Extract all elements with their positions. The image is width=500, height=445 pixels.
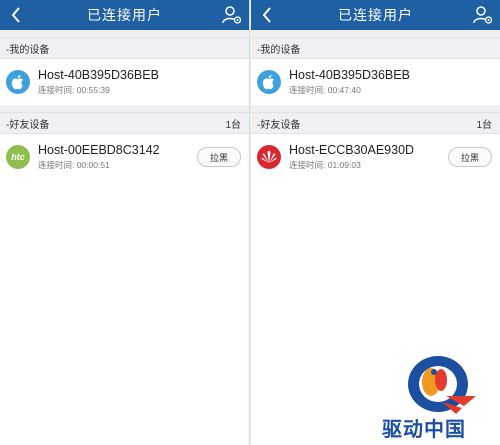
htc-icon: htc: [6, 145, 30, 169]
section-my-devices: -我的设备: [251, 37, 500, 59]
friend-device-count: 1台: [476, 119, 492, 131]
watermark-text: 驱动中国: [382, 419, 466, 441]
section-label: -好友设备: [257, 119, 301, 131]
device-connect-time: 连接时间: 01:09:03: [289, 160, 361, 170]
left-screen: 已连接用户 -我的设备 Host-40B395D36BEB 连接时间: 00:5…: [0, 0, 249, 445]
block-button[interactable]: 拉黑: [197, 147, 241, 167]
section-friend-devices: -好友设备 1台: [0, 112, 249, 134]
device-host: Host-40B395D36BEB: [289, 68, 410, 82]
htc-logo-text: htc: [11, 152, 25, 162]
app-header: 已连接用户: [0, 0, 249, 30]
section-label: -好友设备: [6, 119, 50, 131]
device-row[interactable]: Host-40B395D36BEB 连接时间: 00:55:39: [0, 59, 249, 105]
user-settings-icon: [473, 6, 493, 24]
device-host: Host-40B395D36BEB: [38, 68, 159, 82]
section-label: -我的设备: [6, 44, 50, 56]
apple-icon: [6, 70, 30, 94]
device-info: Host-40B395D36BEB 连接时间: 00:55:39: [38, 68, 241, 96]
user-settings-button[interactable]: [472, 3, 494, 27]
spacer: [251, 105, 500, 112]
device-connect-time: 连接时间: 00:00:51: [38, 160, 110, 170]
back-button[interactable]: [6, 3, 26, 27]
spacer: [251, 30, 500, 37]
user-settings-icon: [222, 6, 242, 24]
friend-device-count: 1台: [225, 119, 241, 131]
apple-icon: [257, 70, 281, 94]
device-host: Host-ECCB30AE930D: [289, 143, 415, 157]
device-host: Host-00EEBD8C3142: [38, 143, 160, 157]
device-row[interactable]: Host-40B395D36BEB 连接时间: 00:47:40: [251, 59, 500, 105]
section-my-devices: -我的设备: [0, 37, 249, 59]
spacer: [0, 30, 249, 37]
huawei-icon: [257, 145, 281, 169]
chevron-left-icon: [11, 7, 20, 23]
device-info: Host-40B395D36BEB 连接时间: 00:47:40: [289, 68, 492, 96]
user-settings-button[interactable]: [221, 3, 243, 27]
chevron-left-icon: [262, 7, 271, 23]
device-connect-time: 连接时间: 00:47:40: [289, 85, 361, 95]
device-connect-time: 连接时间: 00:55:39: [38, 85, 110, 95]
spacer: [0, 105, 249, 112]
page-title: 已连接用户: [338, 7, 413, 23]
back-button[interactable]: [257, 3, 277, 27]
device-row[interactable]: Host-ECCB30AE930D 连接时间: 01:09:03 拉黑: [251, 134, 500, 180]
device-info: Host-00EEBD8C3142 连接时间: 00:00:51: [38, 143, 197, 171]
app-header: 已连接用户: [251, 0, 500, 30]
block-button[interactable]: 拉黑: [448, 147, 492, 167]
device-info: Host-ECCB30AE930D 连接时间: 01:09:03: [289, 143, 448, 171]
device-row[interactable]: htc Host-00EEBD8C3142 连接时间: 00:00:51 拉黑: [0, 134, 249, 180]
section-label: -我的设备: [257, 44, 301, 56]
page-title: 已连接用户: [87, 7, 162, 23]
section-friend-devices: -好友设备 1台: [251, 112, 500, 134]
